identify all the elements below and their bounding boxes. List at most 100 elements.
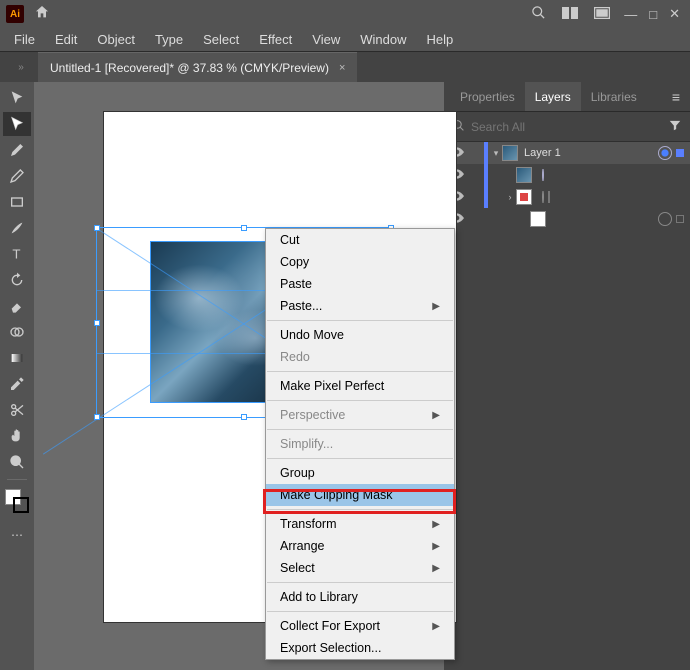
scissors-tool[interactable] [3, 398, 31, 422]
edit-toolbar-icon[interactable]: ⋯ [3, 523, 31, 547]
hand-tool[interactable] [3, 424, 31, 448]
handle-top-left[interactable] [94, 225, 100, 231]
context-menu-label: Copy [280, 255, 309, 269]
document-tab-bar: » Untitled-1 [Recovered]* @ 37.83 % (CMY… [0, 52, 690, 82]
handle-bot-mid[interactable] [241, 414, 247, 420]
menu-object[interactable]: Object [87, 32, 145, 47]
target-icon[interactable] [542, 169, 544, 181]
layer-row[interactable]: ▾ Layer 1 [444, 142, 690, 164]
filter-icon[interactable] [668, 118, 682, 135]
submenu-arrow-icon: ▶ [432, 621, 440, 632]
workspace-switcher-icon[interactable] [562, 7, 578, 22]
selection-color-bar [484, 142, 488, 164]
context-menu-item[interactable]: Arrange▶ [266, 535, 454, 557]
document-tab-title: Untitled-1 [Recovered]* @ 37.83 % (CMYK/… [50, 61, 329, 75]
handle-bot-left[interactable] [94, 414, 100, 420]
layer-row[interactable] [444, 164, 690, 186]
type-tool[interactable]: T [3, 242, 31, 266]
handle-top-mid[interactable] [241, 225, 247, 231]
layer-thumbnail [516, 189, 532, 205]
context-menu-label: Simplify... [280, 437, 333, 451]
target-icon[interactable] [542, 191, 544, 203]
tools-panel: T ⋯ [0, 82, 34, 670]
context-menu-item[interactable]: Undo Move [266, 324, 454, 346]
window-minimize-icon[interactable]: — [624, 7, 637, 22]
disclosure-twist[interactable]: ▾ [490, 148, 502, 159]
context-menu-item[interactable]: Export Selection... [266, 637, 454, 659]
search-icon[interactable] [531, 5, 546, 23]
context-menu-item[interactable]: Add to Library [266, 586, 454, 608]
layer-row[interactable]: › [444, 186, 690, 208]
layer-thumbnail [530, 211, 546, 227]
fill-stroke-swatches[interactable] [5, 489, 29, 513]
paintbrush-tool[interactable] [3, 216, 31, 240]
direct-selection-tool[interactable] [3, 112, 31, 136]
curvature-tool[interactable] [3, 164, 31, 188]
menu-window[interactable]: Window [350, 32, 416, 47]
context-menu-item[interactable]: Make Pixel Perfect [266, 375, 454, 397]
layers-search-input[interactable] [471, 120, 662, 134]
selection-tool[interactable] [3, 86, 31, 110]
submenu-arrow-icon: ▶ [432, 563, 440, 574]
app-badge: Ai [6, 5, 24, 23]
handle-mid-left[interactable] [94, 320, 100, 326]
panel-tabs: Properties Layers Libraries ≡ [444, 82, 690, 112]
context-menu-label: Arrange [280, 539, 324, 553]
context-menu-item[interactable]: Paste [266, 273, 454, 295]
selection-indicator[interactable] [548, 191, 550, 203]
gradient-tool[interactable] [3, 346, 31, 370]
context-menu-label: Paste [280, 277, 312, 291]
tab-layers[interactable]: Layers [525, 82, 581, 111]
layer-row[interactable] [444, 208, 690, 230]
menu-help[interactable]: Help [416, 32, 463, 47]
rotate-tool[interactable] [3, 268, 31, 292]
menu-type[interactable]: Type [145, 32, 193, 47]
context-menu-item[interactable]: Paste...▶ [266, 295, 454, 317]
tab-properties[interactable]: Properties [450, 82, 525, 111]
tab-libraries[interactable]: Libraries [581, 82, 647, 111]
target-icon[interactable] [658, 146, 672, 160]
shape-builder-tool[interactable] [3, 320, 31, 344]
context-menu-item: Perspective▶ [266, 404, 454, 426]
menu-edit[interactable]: Edit [45, 32, 87, 47]
home-icon[interactable] [34, 4, 50, 25]
target-icon[interactable] [658, 212, 672, 226]
context-menu-separator [267, 320, 453, 321]
selection-indicator[interactable] [676, 215, 684, 223]
context-menu-item[interactable]: Cut [266, 229, 454, 251]
context-menu-item[interactable]: Transform▶ [266, 513, 454, 535]
window-close-icon[interactable]: ✕ [669, 6, 680, 22]
layer-name[interactable] [538, 191, 690, 203]
window-maximize-icon[interactable]: □ [649, 7, 657, 22]
context-menu-separator [267, 429, 453, 430]
submenu-arrow-icon: ▶ [432, 301, 440, 312]
document-tab[interactable]: Untitled-1 [Recovered]* @ 37.83 % (CMYK/… [38, 52, 357, 82]
selection-color-bar [484, 208, 488, 230]
arrange-documents-icon[interactable] [594, 7, 610, 22]
layers-search-row [444, 112, 690, 142]
selection-indicator[interactable] [676, 149, 684, 157]
layer-name[interactable]: Layer 1 [524, 147, 654, 159]
eyedropper-tool[interactable] [3, 372, 31, 396]
selection-color-bar [484, 164, 488, 186]
panel-menu-icon[interactable]: ≡ [668, 89, 684, 105]
menu-effect[interactable]: Effect [249, 32, 302, 47]
menu-view[interactable]: View [302, 32, 350, 47]
context-menu-item[interactable]: Make Clipping Mask [266, 484, 454, 506]
zoom-tool[interactable] [3, 450, 31, 474]
context-menu-separator [267, 611, 453, 612]
context-menu-item[interactable]: Copy [266, 251, 454, 273]
rectangle-tool[interactable] [3, 190, 31, 214]
context-menu-item[interactable]: Group [266, 462, 454, 484]
menu-file[interactable]: File [4, 32, 45, 47]
disclosure-twist[interactable]: › [504, 192, 516, 202]
context-menu-item[interactable]: Select▶ [266, 557, 454, 579]
menu-select[interactable]: Select [193, 32, 249, 47]
close-tab-icon[interactable]: × [339, 62, 345, 74]
pen-tool[interactable] [3, 138, 31, 162]
layer-name[interactable] [538, 169, 690, 181]
context-menu-item[interactable]: Collect For Export▶ [266, 615, 454, 637]
eraser-tool[interactable] [3, 294, 31, 318]
layer-thumbnail [516, 167, 532, 183]
context-menu-label: Make Clipping Mask [280, 488, 393, 502]
